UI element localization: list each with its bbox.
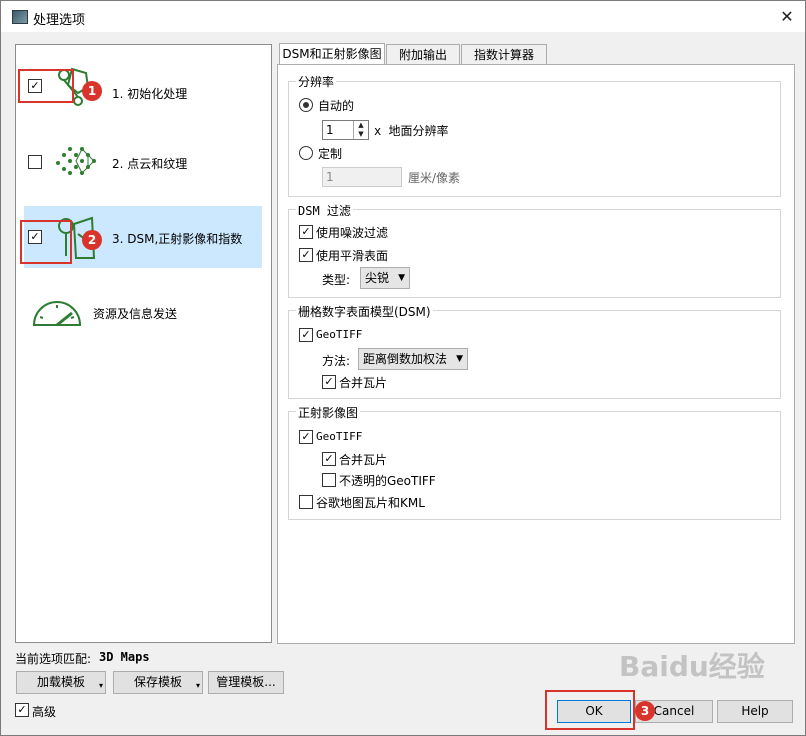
auto-resolution-spinner[interactable]: 1 ▲ ▼ [322,120,369,140]
highlight-box-2 [20,220,72,264]
highlight-box-3 [545,690,635,730]
title-bar: 处理选项 ✕ [1,1,805,32]
custom-unit: 厘米/像素 [408,171,461,185]
step3-label: 3. DSM,正射影像和指数 [112,232,243,246]
ortho-group-label: 正射影像图 [296,404,361,421]
highlight-box-1 [18,69,74,103]
badge-2: 2 [82,230,102,250]
custom-resolution-input[interactable]: 1 [322,167,402,187]
step4-label: 资源及信息发送 [93,307,178,321]
method-label: 方法: [322,354,351,368]
tab-index-calculator[interactable]: 指数计算器 [461,44,547,65]
ortho-merge-tiles-checkbox[interactable]: ✓ [322,452,336,466]
auto-resolution-value: 1 [326,123,334,137]
step-dsm-ortho[interactable]: ✓ 2 3. DSM,正射影像和指数 [20,206,262,268]
watermark: Baidu经验 [619,650,765,683]
save-template-button[interactable]: 保存模板 ▾ [113,671,203,694]
app-icon [12,10,28,24]
advanced-label: 高级 [32,705,57,719]
custom-label: 定制 [318,147,343,161]
tab-content: 分辨率 自动的 1 ▲ ▼ x 地面分辨率 定制 1 厘米/像素 DSM 过滤 ✓… [277,64,795,644]
type-label: 类型: [322,273,351,287]
step-point-cloud[interactable]: 2. 点云和纹理 [16,131,271,193]
window-title: 处理选项 [33,13,86,28]
badge-3: 3 [635,701,655,721]
match-label: 当前选项匹配: [15,652,92,666]
method-dropdown[interactable]: 距离倒数加权法 ▼ [358,348,468,370]
dsm-geotiff-label: GeoTIFF [316,328,363,341]
custom-radio[interactable] [299,146,313,160]
auto-unit: x 地面分辨率 [374,124,449,138]
load-template-label: 加载模板 [36,675,85,689]
custom-resolution-value: 1 [326,170,334,184]
chevron-down-icon: ▾ [98,681,103,690]
steps-panel: ✓ 1 1. 初始化处理 2. 点云和纹理 ✓ 2 3. DSM,正射影像和指数… [15,44,272,643]
save-template-label: 保存模板 [133,675,182,689]
noise-filter-checkbox[interactable]: ✓ [299,225,313,239]
raster-dsm-group-label: 栅格数字表面模型(DSM) [296,303,433,320]
auto-radio[interactable] [299,98,313,112]
noise-filter-label: 使用噪波过滤 [316,226,389,240]
dsm-merge-tiles-label: 合并瓦片 [339,376,388,390]
ortho-geotiff-checkbox[interactable]: ✓ [299,430,313,444]
step2-checkbox[interactable] [28,155,42,169]
google-tiles-kml-checkbox[interactable] [299,495,313,509]
load-template-button[interactable]: 加载模板 ▾ [16,671,106,694]
point-cloud-icon [56,147,96,175]
tab-dsm-ortho[interactable]: DSM和正射影像图 [279,43,385,66]
smooth-surface-checkbox[interactable]: ✓ [299,248,313,262]
spinner-arrows-icon[interactable]: ▲ ▼ [353,121,368,139]
chevron-down-icon: ▾ [195,681,200,690]
type-value: 尖锐 [365,271,390,285]
dsm-merge-tiles-checkbox[interactable]: ✓ [322,375,336,389]
auto-label: 自动的 [318,99,355,113]
manage-template-button[interactable]: 管理模板... [208,671,284,694]
opaque-geotiff-label: 不透明的GeoTIFF [339,474,436,488]
google-tiles-kml-label: 谷歌地图瓦片和KML [316,496,425,510]
gauge-icon [32,301,82,327]
match-value: 3D Maps [99,650,150,664]
advanced-checkbox[interactable]: ✓ [15,703,29,717]
help-button[interactable]: Help [717,700,793,723]
resolution-group-label: 分辨率 [296,73,337,90]
step-resources[interactable]: 资源及信息发送 [16,285,271,347]
opaque-geotiff-checkbox[interactable] [322,473,336,487]
step1-label: 1. 初始化处理 [112,87,188,101]
smooth-surface-label: 使用平滑表面 [316,249,389,263]
ortho-merge-tiles-label: 合并瓦片 [339,453,388,467]
dsm-filter-group-label: DSM 过滤 [296,202,353,219]
ortho-geotiff-label: GeoTIFF [316,430,363,443]
step-initial-processing[interactable]: ✓ 1 1. 初始化处理 [16,55,271,117]
dsm-geotiff-checkbox[interactable]: ✓ [299,328,313,342]
method-value: 距离倒数加权法 [363,352,448,366]
tab-additional-output[interactable]: 附加输出 [386,44,460,65]
badge-1: 1 [82,81,102,101]
close-icon[interactable]: ✕ [771,3,803,31]
chevron-down-icon: ▼ [398,273,405,283]
type-dropdown[interactable]: 尖锐 ▼ [360,267,410,289]
processing-options-window: 处理选项 ✕ ✓ 1 1. 初始化处理 2. 点云和纹理 ✓ 2 3. DSM,… [0,0,806,736]
step2-label: 2. 点云和纹理 [112,157,188,171]
chevron-down-icon: ▼ [456,354,463,364]
